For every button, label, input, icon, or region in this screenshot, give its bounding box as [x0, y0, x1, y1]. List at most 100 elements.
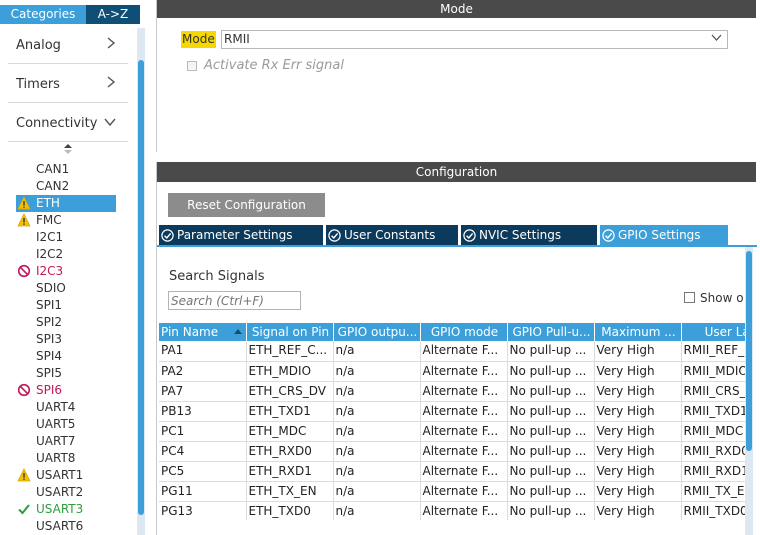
table-cell: n/a [333, 441, 421, 462]
table-cell: No pull-up ... [507, 401, 595, 422]
tab-nvic-settings[interactable]: NVIC Settings [461, 225, 597, 245]
tab-gpio-settings[interactable]: GPIO Settings [600, 225, 728, 245]
column-header[interactable]: Pin Name [159, 323, 247, 341]
peripheral-label: ETH [36, 196, 60, 210]
table-row[interactable]: PC1 ETH_MDC n/a Alternate F... No pull-up ..… [159, 421, 745, 442]
peripheral-item-usart1[interactable]: USART1 [16, 467, 116, 484]
column-header[interactable]: GPIO outpu... [333, 323, 421, 341]
table-cell: ETH_RXD0 [246, 441, 334, 462]
peripheral-list: CAN1 CAN2 ETH FMC I2C1 I2C2 I2C3 SDIO SPI1 SPI2 SP… [16, 161, 116, 535]
peripheral-item-uart5[interactable]: UART5 [16, 416, 116, 433]
table-row[interactable]: PC4 ETH_RXD0 n/a Alternate F... No pull-up .… [159, 441, 745, 462]
table-cell: Very High [594, 441, 682, 462]
peripheral-item-fmc[interactable]: FMC [16, 212, 116, 229]
group-timers[interactable]: Timers [8, 67, 128, 103]
peripheral-label: CAN1 [36, 162, 70, 176]
peripheral-item-i2c3[interactable]: I2C3 [16, 263, 116, 280]
table-row[interactable]: PB13 ETH_TXD1 n/a Alternate F... No pull-up … [159, 401, 745, 422]
peripheral-label: I2C1 [36, 230, 64, 244]
peripheral-item-spi4[interactable]: SPI4 [16, 348, 116, 365]
table-cell: PA7 [159, 381, 247, 402]
peripheral-item-uart4[interactable]: UART4 [16, 399, 116, 416]
table-row[interactable]: PA2 ETH_MDIO n/a Alternate F... No pull-up .… [159, 361, 745, 382]
table-cell: PG13 [159, 501, 247, 520]
peripheral-item-spi2[interactable]: SPI2 [16, 314, 116, 331]
peripheral-item-spi5[interactable]: SPI5 [16, 365, 116, 382]
column-header-label: Signal on Pin [251, 325, 330, 339]
sort-icon[interactable] [64, 144, 72, 155]
peripheral-item-can2[interactable]: CAN2 [16, 178, 116, 195]
show-only-modified-checkbox[interactable]: Show o [684, 290, 744, 306]
table-row[interactable]: PC5 ETH_RXD1 n/a Alternate F... No pull-up .… [159, 461, 745, 482]
tab-label: Parameter Settings [177, 228, 293, 242]
checkbox-icon [187, 61, 197, 71]
column-header[interactable]: GPIO Pull-u... [507, 323, 595, 341]
error-icon [17, 263, 31, 280]
peripheral-item-usart2[interactable]: USART2 [16, 484, 116, 501]
mode-select[interactable]: RMII [221, 30, 728, 49]
peripheral-item-uart7[interactable]: UART7 [16, 433, 116, 450]
table-cell: RMII_RXD1 [681, 461, 745, 482]
table-cell: n/a [333, 481, 421, 502]
peripheral-item-sdio[interactable]: SDIO [16, 280, 116, 297]
group-connectivity[interactable]: Connectivity [8, 106, 128, 142]
table-cell: Alternate F... [420, 421, 508, 442]
search-input[interactable] [168, 291, 301, 310]
gpio-table-wrapper: Pin Name Signal on Pin GPIO outpu... GPIO m… [159, 323, 745, 520]
warning-icon [17, 467, 31, 484]
tab-parameter-settings[interactable]: Parameter Settings [159, 225, 323, 245]
column-header[interactable]: GPIO mode [420, 323, 508, 341]
table-row[interactable]: PA1 ETH_REF_C... n/a Alternate F... No pull-… [159, 341, 745, 362]
column-header[interactable]: User Lab [681, 323, 745, 341]
peripheral-item-usart6[interactable]: USART6 [16, 518, 116, 535]
table-row[interactable]: PA7 ETH_CRS_DV n/a Alternate F... No pull-up… [159, 381, 745, 402]
peripheral-item-can1[interactable]: CAN1 [16, 161, 116, 178]
mode-panel: Mode Mode RMII Activate Rx Err signal [156, 0, 756, 152]
configuration-panel: Configuration Reset Configuration Parame… [156, 162, 757, 535]
table-cell: Alternate F... [420, 361, 508, 382]
mode-select-value: RMII [224, 32, 250, 46]
table-cell: n/a [333, 341, 421, 362]
peripheral-item-usart3[interactable]: USART3 [16, 501, 116, 518]
column-header[interactable]: Maximum ... [594, 323, 682, 341]
peripheral-item-spi1[interactable]: SPI1 [16, 297, 116, 314]
category-tabs: Categories A->Z [0, 5, 140, 24]
group-analog-label: Analog [16, 38, 61, 53]
tab-label: NVIC Settings [479, 228, 562, 242]
peripheral-label: UART4 [36, 400, 76, 414]
table-row[interactable]: PG11 ETH_TX_EN n/a Alternate F... No pull-up… [159, 481, 745, 502]
table-cell: ETH_TXD1 [246, 401, 334, 422]
reset-configuration-button[interactable]: Reset Configuration [168, 193, 325, 217]
peripheral-item-spi6[interactable]: SPI6 [16, 382, 116, 399]
tab-a-to-z[interactable]: A->Z [86, 5, 140, 24]
peripheral-item-eth[interactable]: ETH [16, 195, 116, 212]
table-cell: n/a [333, 501, 421, 520]
table-cell: ETH_REF_C... [246, 341, 334, 362]
sidebar-scrollbar-thumb[interactable] [138, 60, 144, 515]
table-cell: ETH_CRS_DV [246, 381, 334, 402]
peripheral-item-spi3[interactable]: SPI3 [16, 331, 116, 348]
table-row[interactable]: PG13 ETH_TXD0 n/a Alternate F... No pull-up … [159, 501, 745, 520]
chevron-down-icon [711, 32, 722, 45]
peripheral-item-i2c2[interactable]: I2C2 [16, 246, 116, 263]
peripheral-item-uart8[interactable]: UART8 [16, 450, 116, 467]
column-header[interactable]: Signal on Pin [246, 323, 334, 341]
table-cell: No pull-up ... [507, 361, 595, 382]
tab-user-constants[interactable]: User Constants [326, 225, 458, 245]
peripheral-label: I2C3 [36, 264, 64, 278]
sort-ascending-icon [233, 329, 242, 334]
table-cell: ETH_TXD0 [246, 501, 334, 520]
table-cell: RMII_TX_E [681, 481, 745, 502]
tab-label: User Constants [344, 228, 436, 242]
group-connectivity-label: Connectivity [16, 116, 98, 131]
peripheral-label: SDIO [36, 281, 66, 295]
peripheral-label: I2C2 [36, 247, 64, 261]
peripheral-item-i2c1[interactable]: I2C1 [16, 229, 116, 246]
group-analog[interactable]: Analog [8, 28, 128, 64]
table-scrollbar[interactable] [745, 247, 753, 535]
table-scrollbar-thumb[interactable] [746, 251, 752, 451]
column-header-label: User Lab [704, 325, 745, 339]
checkbox-icon[interactable] [684, 292, 695, 303]
sidebar-scrollbar[interactable] [137, 28, 145, 535]
tab-categories[interactable]: Categories [0, 5, 86, 24]
